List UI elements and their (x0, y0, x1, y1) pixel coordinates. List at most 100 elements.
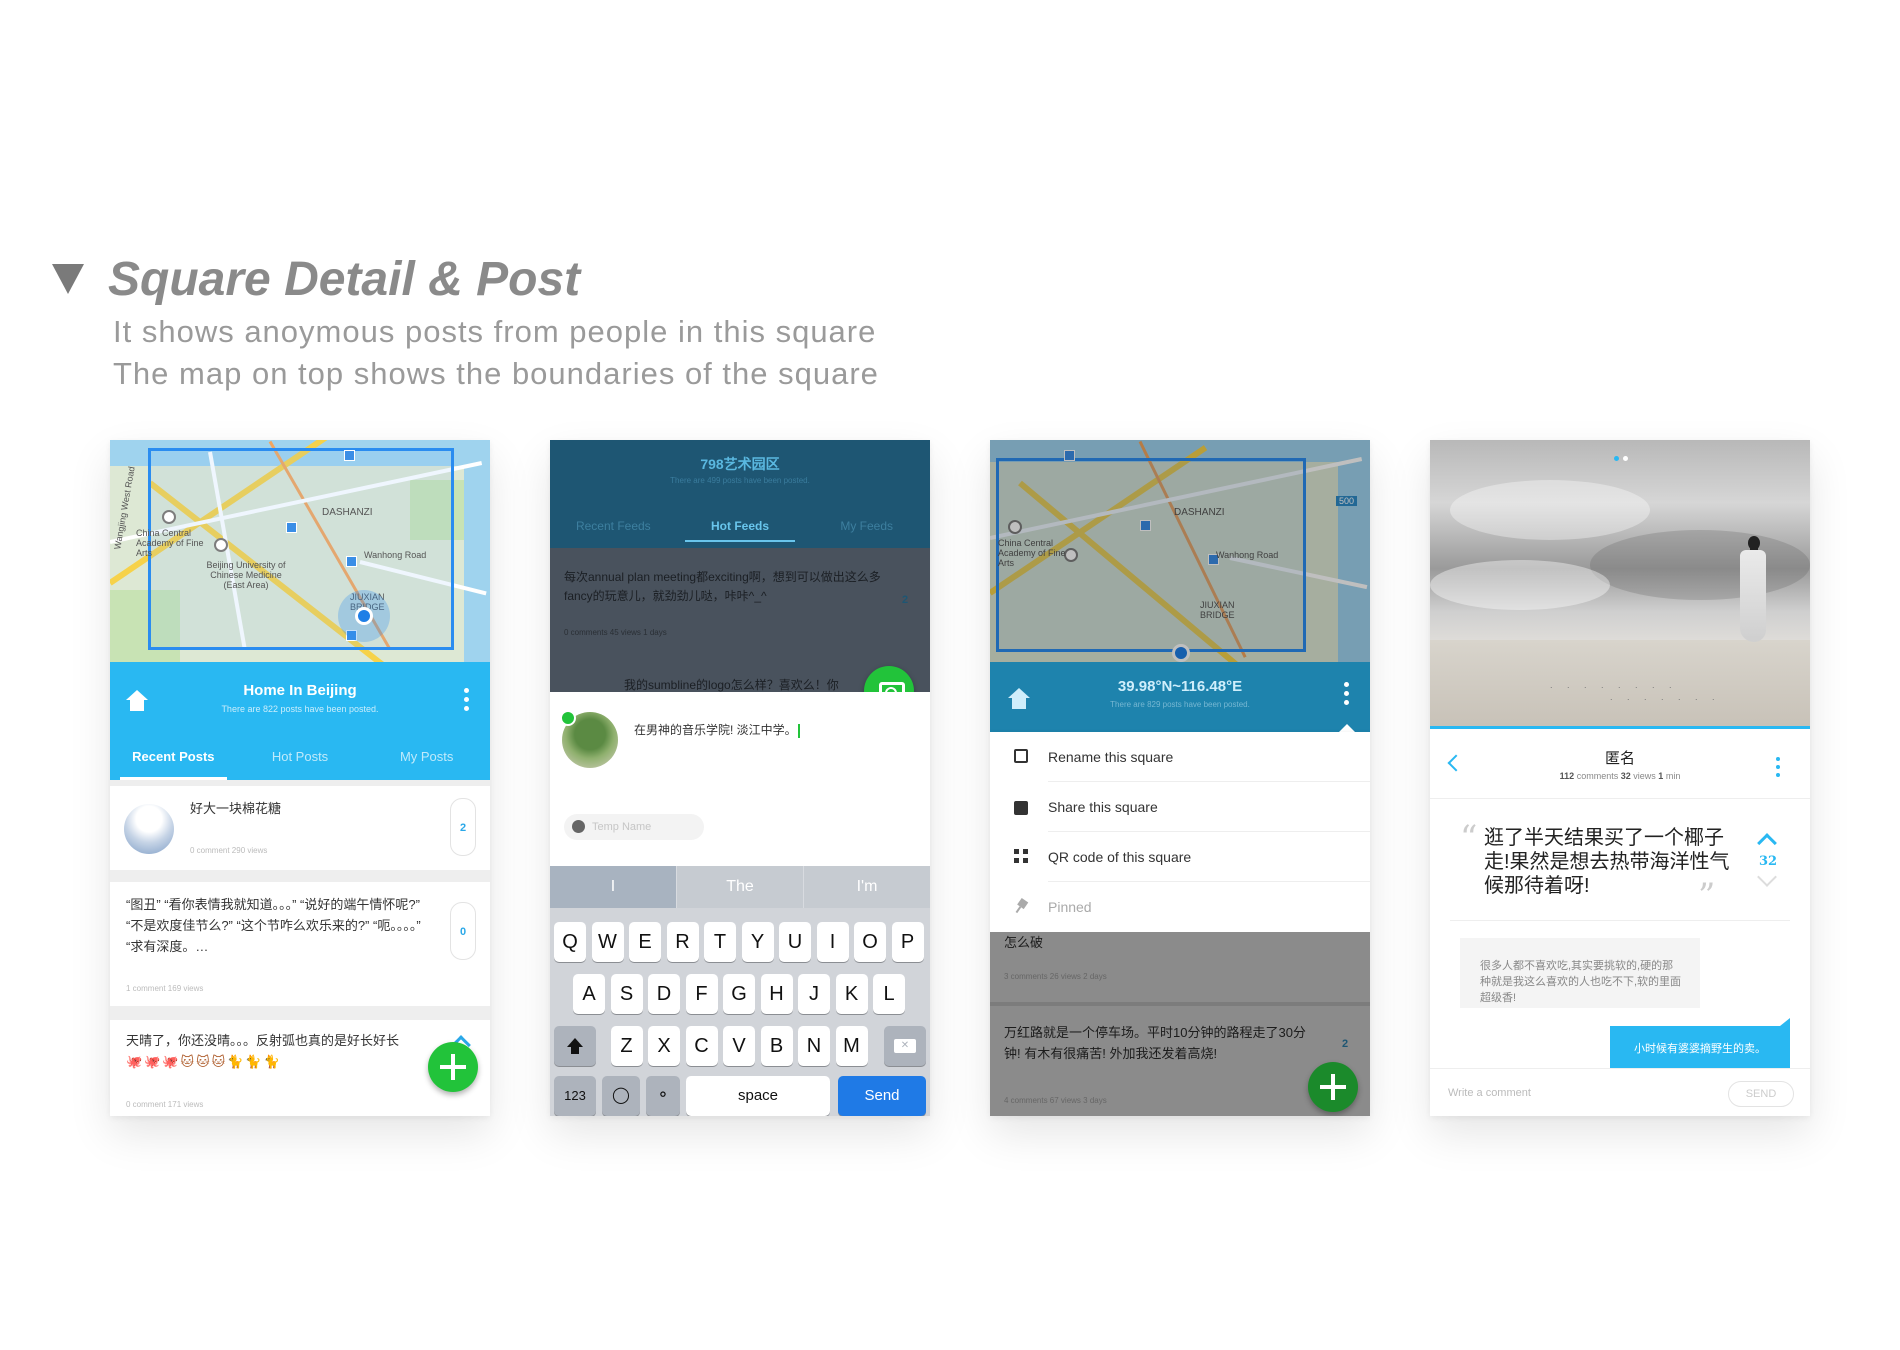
more-options-icon[interactable] (1776, 757, 1782, 781)
compose-panel: 在男神的音乐学院! 淡江中学。 Temp Name (550, 692, 930, 866)
key[interactable]: P (891, 922, 924, 962)
key[interactable]: S (610, 974, 643, 1014)
post-text: 好大一块棉花糖 (190, 801, 282, 816)
comment-input[interactable]: Write a comment (1448, 1087, 1531, 1099)
menu-item-rename[interactable]: Rename this square (990, 732, 1370, 782)
key[interactable]: C (685, 1026, 718, 1066)
microphone-icon[interactable]: ⚬ (646, 1076, 680, 1116)
square-header: 39.98°N~116.48°E There are 829 posts hav… (990, 662, 1370, 732)
key[interactable]: Z (610, 1026, 643, 1066)
numbers-key[interactable]: 123 (554, 1076, 596, 1116)
tab-my-feeds[interactable]: My Feeds (803, 510, 930, 542)
post-meta: 3 comments 26 views 2 days (1004, 972, 1107, 981)
add-post-button[interactable] (428, 1042, 478, 1092)
key[interactable]: J (798, 974, 830, 1014)
key[interactable]: E (629, 922, 661, 962)
vote-counter[interactable]: 0 (450, 902, 476, 960)
key[interactable]: V (723, 1026, 755, 1066)
page-indicator-dot[interactable] (1623, 456, 1628, 461)
key[interactable]: T (704, 922, 736, 962)
backspace-icon: ✕ (894, 1039, 916, 1053)
page-indicator-dot[interactable] (1614, 456, 1619, 461)
dimmed-background: 798艺术园区 There are 499 posts have been po… (550, 440, 930, 692)
section-title: Square Detail & Post (108, 253, 581, 306)
tab-recent-posts[interactable]: Recent Posts (110, 742, 237, 780)
list-item[interactable]: 好大一块棉花糖 0 comment 290 views 2 (110, 786, 490, 870)
suggestion[interactable]: The (677, 866, 804, 908)
key[interactable]: K (835, 974, 868, 1014)
key[interactable]: D (648, 974, 680, 1014)
post-photo[interactable]: . . . . . . . . . . . . . . . (1430, 440, 1810, 726)
add-post-button[interactable] (1308, 1062, 1358, 1112)
post-meta: 4 comments 67 views 3 days (1004, 1096, 1107, 1105)
tab-hot-feeds[interactable]: Hot Feeds (677, 510, 804, 542)
dimmed-feed: 怎么破 3 comments 26 views 2 days 万红路就是一个停车… (990, 932, 1370, 1116)
temp-name-input[interactable]: Temp Name (564, 814, 704, 840)
map-label-bridge: JIUXIAN BRIDGE (1200, 600, 1235, 620)
menu-item-qr-code[interactable]: QR code of this square (990, 832, 1370, 882)
key-row-4: 123 ◯ ⚬ space Send (550, 1076, 930, 1116)
globe-icon[interactable]: ◯ (602, 1076, 640, 1116)
suggestion[interactable]: I'm (804, 866, 930, 908)
key[interactable]: F (685, 974, 718, 1014)
tab-recent-feeds[interactable]: Recent Feeds (550, 510, 677, 542)
map-label-academy: China Central Academy of Fine Arts (136, 528, 204, 558)
backspace-key[interactable]: ✕ (884, 1026, 926, 1066)
post-text: “图丑” “看你表情我就知道。。。” “说好的端午情怀呢?” “不是欢度佳节么?… (126, 897, 421, 954)
square-header: Home In Beijing There are 822 posts have… (110, 662, 490, 780)
square-post-count: There are 499 posts have been posted. (670, 476, 810, 485)
menu-item-pinned[interactable]: Pinned (990, 882, 1370, 932)
key[interactable]: I (816, 922, 849, 962)
key[interactable]: X (648, 1026, 680, 1066)
key[interactable]: R (666, 922, 699, 962)
list-item[interactable]: “图丑” “看你表情我就知道。。。” “说好的端午情怀呢?” “不是欢度佳节么?… (110, 882, 490, 1006)
suggestion[interactable]: I (550, 866, 677, 908)
key[interactable]: A (573, 974, 605, 1014)
avatar[interactable] (560, 710, 618, 768)
tab-hot-posts[interactable]: Hot Posts (237, 742, 364, 780)
key[interactable]: W (591, 922, 624, 962)
more-options-icon[interactable] (464, 688, 470, 715)
key[interactable]: U (779, 922, 811, 962)
key[interactable]: L (873, 974, 905, 1014)
post-meta: 0 comment 171 views (126, 1100, 204, 1109)
key[interactable]: H (760, 974, 793, 1014)
collapse-triangle-icon[interactable] (52, 264, 84, 294)
key[interactable]: M (835, 1026, 868, 1066)
map-label-university: Beijing University of Chinese Medicine (… (206, 560, 286, 590)
map-label-road: Wanhong Road (364, 550, 427, 560)
key[interactable]: Y (741, 922, 774, 962)
square-post-count: There are 822 posts have been posted. (221, 704, 379, 714)
edit-badge-icon (560, 710, 576, 726)
vote-counter[interactable]: 2 (450, 798, 476, 856)
share-icon (1014, 801, 1028, 815)
send-key[interactable]: Send (838, 1076, 926, 1116)
downvote-icon[interactable] (1757, 867, 1777, 887)
shift-key[interactable] (554, 1026, 596, 1066)
square-map[interactable]: DASHANZI China Central Academy of Fine A… (110, 440, 490, 662)
post-text: 怎么破 (1004, 935, 1044, 950)
key[interactable]: O (854, 922, 886, 962)
key[interactable]: Q (554, 922, 586, 962)
space-key[interactable]: space (686, 1076, 830, 1116)
background-post-text: 每次annual plan meeting都exciting啊，想到可以做出这么… (564, 570, 881, 603)
map-badge: 500 (1336, 496, 1358, 506)
send-button[interactable]: SEND (1728, 1081, 1794, 1107)
screen-square-menu: DASHANZI China Central Academy of Fine A… (990, 440, 1370, 1116)
menu-item-share[interactable]: Share this square (990, 782, 1370, 832)
tab-my-posts[interactable]: My Posts (363, 742, 490, 780)
map-label-district: DASHANZI (322, 507, 373, 518)
square-title: Home In Beijing (243, 682, 357, 699)
square-map: DASHANZI China Central Academy of Fine A… (990, 440, 1370, 662)
compose-input[interactable]: 在男神的音乐学院! 淡江中学。 (634, 720, 800, 741)
menu-item-label: Rename this square (1048, 749, 1174, 765)
menu-item-label: Pinned (1048, 899, 1092, 915)
map-label-academy: China Central Academy of Fine Arts (998, 538, 1066, 568)
key[interactable]: G (723, 974, 755, 1014)
key[interactable]: N (798, 1026, 830, 1066)
upvote-icon[interactable] (1757, 833, 1777, 853)
more-options-icon[interactable] (1344, 682, 1350, 709)
section-description-line1: It shows anoymous posts from people in t… (113, 314, 877, 349)
pin-icon (1011, 896, 1030, 915)
key[interactable]: B (760, 1026, 793, 1066)
